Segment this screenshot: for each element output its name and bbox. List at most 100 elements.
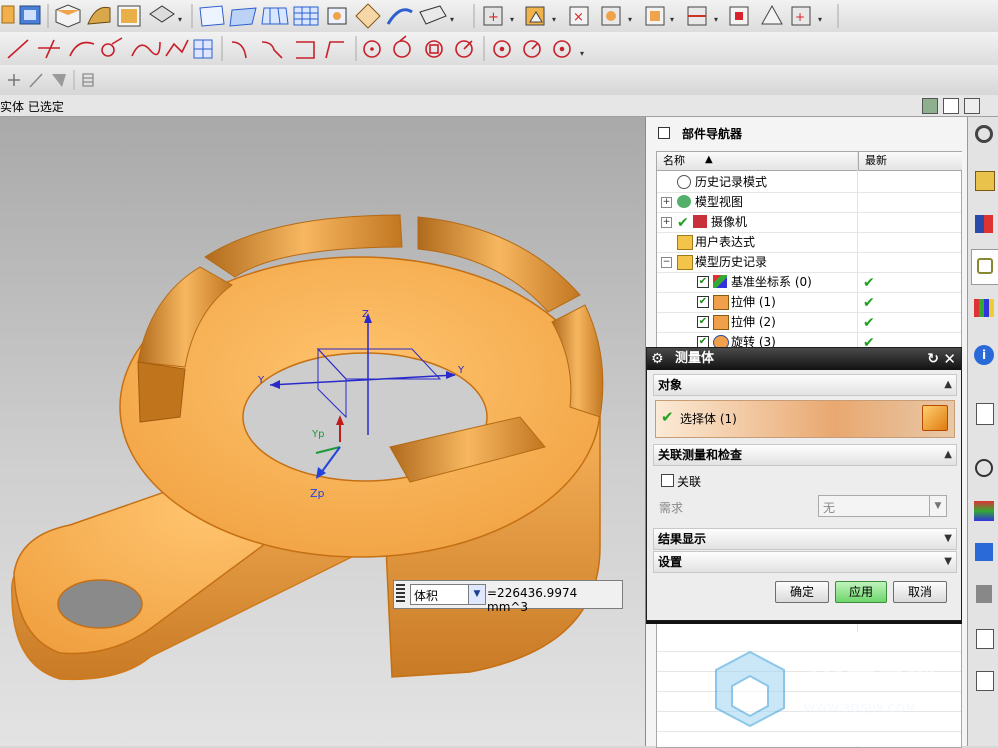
line-icon[interactable] [7,39,29,59]
pattern-icon[interactable] [687,6,707,26]
ok-button[interactable]: 确定 [775,581,829,603]
graphics-viewport[interactable]: Z Y Y Zp Yp [0,117,645,746]
roles-icon[interactable] [971,623,997,657]
status-window-icon[interactable] [943,98,959,114]
collapse-up-icon[interactable]: ▲ [944,445,952,465]
close-icon[interactable]: ✕ [943,348,956,370]
cancel-button[interactable]: 取消 [893,581,947,603]
draft-icon[interactable] [761,4,783,25]
tree-item-extrude-2[interactable]: ✔ 拉伸 (2) ✔ [657,312,961,333]
status-split-icon[interactable] [964,98,980,114]
collapse-up-icon[interactable]: ▲ [944,375,952,395]
tree-item-model-history[interactable]: − 模型历史记录 [657,252,961,273]
radius-circle-icon[interactable] [455,40,473,58]
system-materials-icon[interactable] [971,537,997,571]
dialog-gear-icon[interactable]: ⚙ [651,348,664,370]
sketch-shape-icon[interactable] [52,74,66,87]
feature-checkbox[interactable]: ✔ [697,316,709,328]
fillet-curve-icon[interactable] [231,41,247,59]
circle-arc-icon[interactable] [101,37,123,57]
point-icon[interactable] [8,74,20,86]
cylinder-icon[interactable] [601,6,621,26]
mesh-surface-icon[interactable] [261,7,289,25]
line-tangent-icon[interactable] [38,39,60,59]
box-icon[interactable] [1,5,15,24]
extend-icon[interactable] [386,8,413,25]
section-associative[interactable]: 关联测量和检查 ▲ [653,444,957,466]
sweep-icon[interactable] [87,6,111,25]
feature-checkbox[interactable]: ✔ [697,276,709,288]
mirror-icon[interactable] [729,6,749,26]
trim-icon[interactable] [355,3,381,29]
reuse-library-icon[interactable] [971,293,997,327]
visualization-icon[interactable] [971,495,997,529]
cube-icon[interactable] [19,5,41,25]
unite-icon[interactable]: + [483,6,503,26]
tangent-circle-icon[interactable] [425,40,443,58]
polyline-icon[interactable] [165,39,189,57]
table-icon[interactable] [82,73,94,87]
expand-icon[interactable]: + [661,197,672,208]
hole-icon[interactable] [645,6,665,26]
section-object[interactable]: 对象 ▲ [653,374,957,396]
section-results[interactable]: 结果显示 ▼ [653,528,957,550]
palette-icon[interactable] [971,665,997,699]
extend-curve-icon[interactable] [325,41,344,59]
grid-surface-icon[interactable] [293,6,319,26]
requirement-select[interactable]: 无 ▼ [818,495,947,517]
tree-item-extrude-1[interactable]: ✔ 拉伸 (1) ✔ [657,292,961,313]
status-view-icon[interactable] [922,98,938,114]
drag-handle[interactable] [396,584,405,604]
collapse-icon[interactable]: − [661,257,672,268]
chamfer-icon[interactable]: + [791,6,811,26]
tree-item-datum-csys[interactable]: ✔ 基准坐标系 (0) ✔ [657,272,961,293]
subtract-icon[interactable] [525,6,545,26]
surface-patch-icon[interactable] [229,7,257,27]
surface-icon[interactable] [149,5,175,23]
center-circle-icon[interactable] [393,35,411,58]
trim-curve-icon[interactable] [296,41,315,59]
reset-icon[interactable]: ↻ [927,348,939,370]
chevron-down-icon[interactable]: ▼ [929,496,946,516]
arc-icon[interactable] [69,41,95,57]
intersect-icon[interactable]: × [569,6,589,26]
dropdown-arrow-icon[interactable]: ▼ [468,585,485,604]
sew-icon[interactable] [419,5,447,25]
expand-down-icon[interactable]: ▼ [944,552,952,572]
grid-icon[interactable] [193,39,213,59]
feature-checkbox[interactable]: ✔ [697,296,709,308]
expand-icon[interactable]: + [661,217,672,228]
process-studio-icon[interactable] [971,579,997,613]
history-icon[interactable] [971,453,997,487]
tree-item-model-views[interactable]: + 模型视图 [657,192,961,213]
measure-type-select[interactable]: 体积 ▼ [410,584,486,605]
sketch-line-icon[interactable] [29,73,43,88]
constraint-navigator-icon[interactable] [971,209,997,243]
section-settings[interactable]: 设置 ▼ [653,551,957,573]
spline-icon[interactable] [131,41,161,57]
ellipse-icon[interactable] [493,40,511,58]
settings-icon[interactable] [971,121,997,155]
conic-icon[interactable] [553,40,571,58]
tree-item-user-expressions[interactable]: 用户表达式 [657,232,961,253]
expand-down-icon[interactable]: ▼ [944,529,952,549]
assembly-navigator-icon[interactable] [971,165,997,199]
part-navigator-tab-icon[interactable] [971,249,998,285]
column-header-name[interactable]: 名称 ▲ [657,152,857,171]
apply-button[interactable]: 应用 [835,581,887,603]
point-circle-icon[interactable] [363,40,381,58]
select-body-row[interactable]: ✔ 选择体 (1) [655,400,955,438]
info-icon[interactable]: i [971,339,997,373]
column-header-latest[interactable]: 最新 [858,152,962,171]
part-model[interactable]: Z Y Y Zp Yp [0,117,645,746]
shell-icon[interactable] [117,5,141,27]
offset-surface-icon[interactable] [327,7,347,25]
chamfer-curve-icon[interactable] [261,41,283,59]
pin-icon[interactable] [658,127,670,139]
body-cube-icon[interactable] [922,405,948,431]
tree-item-cameras[interactable]: + ✔ 摄像机 [657,212,961,233]
ellipse-arc-icon[interactable] [523,40,541,58]
plane-icon[interactable] [199,5,225,27]
block-icon[interactable] [55,4,81,28]
associative-checkbox[interactable] [661,474,674,487]
